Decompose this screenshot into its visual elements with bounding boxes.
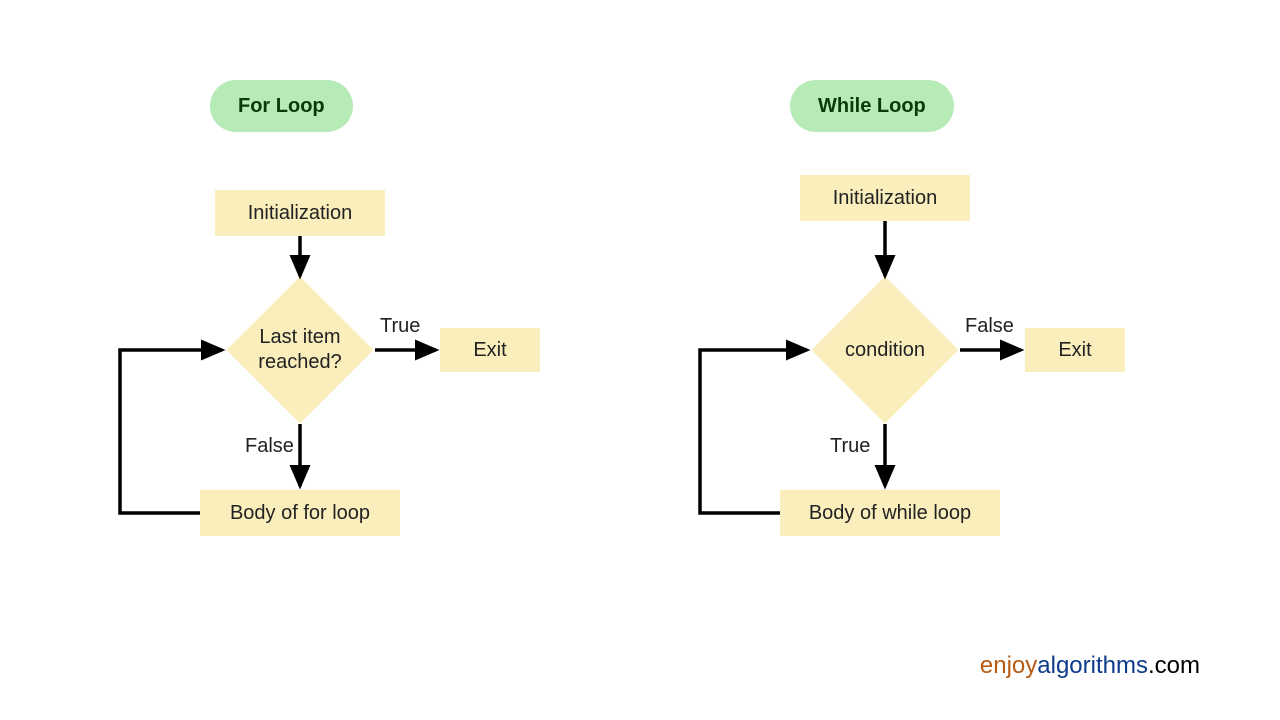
while-true-label: True	[830, 435, 870, 458]
while-body-label: Body of while loop	[809, 502, 971, 525]
while-loop-title: While Loop	[818, 95, 926, 118]
footer-branding: enjoyalgorithms.com	[980, 652, 1200, 680]
for-exit-box: Exit	[440, 328, 540, 372]
for-arrow-body-to-decision	[120, 350, 222, 513]
for-decision-label: Last item reached?	[226, 298, 374, 402]
while-decision-label: condition	[811, 298, 959, 402]
for-loop-title: For Loop	[238, 95, 325, 118]
while-init-box: Initialization	[800, 175, 970, 221]
while-body-box: Body of while loop	[780, 490, 1000, 536]
for-init-box: Initialization	[215, 190, 385, 236]
for-body-box: Body of for loop	[200, 490, 400, 536]
while-loop-title-pill: While Loop	[790, 80, 954, 132]
footer-dotcom: .com	[1148, 652, 1200, 679]
footer-algo: algorithms	[1037, 652, 1148, 679]
while-init-label: Initialization	[833, 187, 938, 210]
while-exit-box: Exit	[1025, 328, 1125, 372]
while-exit-label: Exit	[1058, 339, 1091, 362]
for-body-label: Body of for loop	[230, 502, 370, 525]
while-arrow-body-to-decision	[700, 350, 807, 513]
for-exit-label: Exit	[473, 339, 506, 362]
for-init-label: Initialization	[248, 202, 353, 225]
for-false-label: False	[245, 435, 294, 458]
footer-enjoy: enjoy	[980, 652, 1037, 679]
for-loop-title-pill: For Loop	[210, 80, 353, 132]
for-true-label: True	[380, 315, 420, 338]
while-false-label: False	[965, 315, 1014, 338]
